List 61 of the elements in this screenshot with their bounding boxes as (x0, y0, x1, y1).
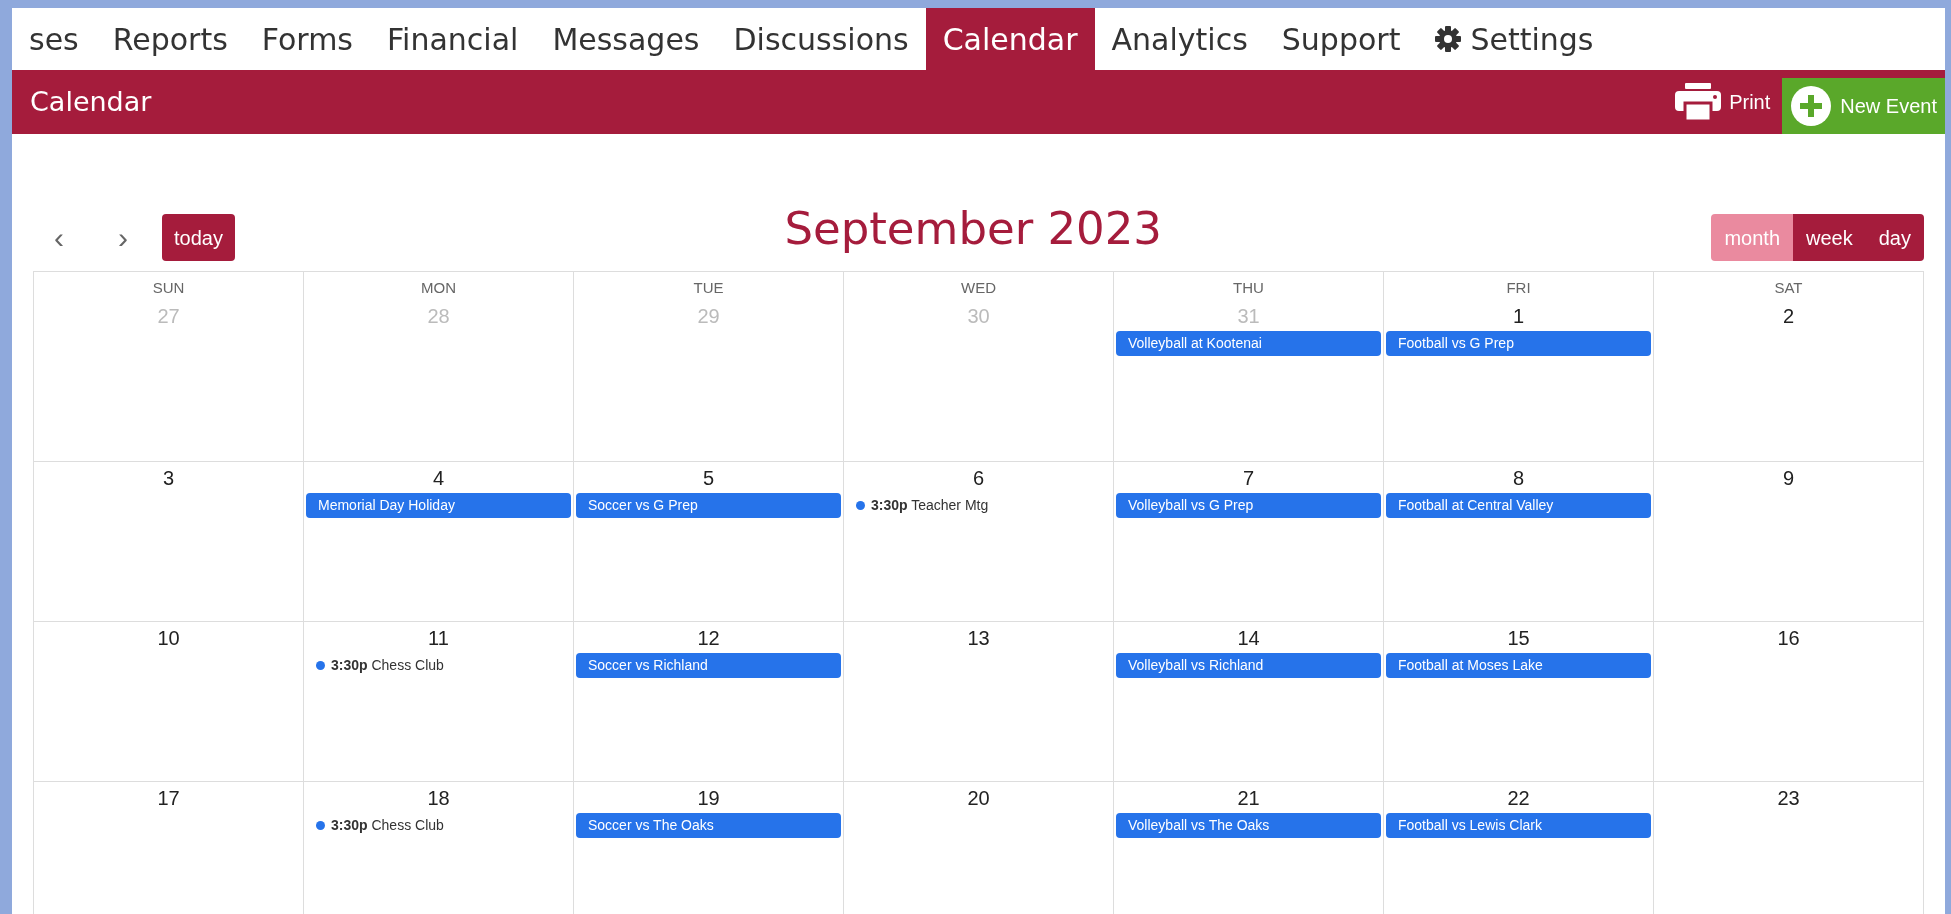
day-number: 17 (157, 786, 180, 811)
event-entry[interactable]: 3:30p Teacher Mtg (871, 495, 989, 516)
event-bar[interactable]: Volleyball vs The Oaks (1116, 813, 1381, 838)
day-number: 19 (697, 786, 720, 811)
day-number: 7 (1242, 466, 1255, 491)
day-number: 13 (967, 626, 990, 651)
day-number: 5 (702, 466, 715, 491)
day-number: 11 (428, 626, 449, 651)
month-title: September 2023 (784, 200, 1162, 257)
event-bar[interactable]: Soccer vs G Prep (576, 493, 841, 518)
nav-tab[interactable]: Calendar (925, 8, 1095, 70)
day-number: 27 (157, 303, 180, 329)
day-number: 2 (1782, 303, 1795, 329)
page-title: Calendar (30, 84, 153, 119)
day-number: 23 (1777, 786, 1800, 811)
event-bar[interactable]: Soccer vs The Oaks (576, 813, 841, 838)
event-bar[interactable]: Memorial Day Holiday (306, 493, 571, 518)
printer-icon (1675, 83, 1722, 121)
day-number: 10 (157, 626, 180, 651)
print-button[interactable]: Print (1663, 76, 1783, 128)
day-number: 15 (1507, 626, 1530, 651)
day-number: 30 (967, 303, 990, 329)
event-bar[interactable]: Football vs G Prep (1386, 330, 1651, 356)
weekday-label: SAT (1774, 278, 1803, 298)
weekday-label: MON (421, 278, 456, 298)
day-number: 20 (967, 786, 990, 811)
day-number: 1 (1512, 303, 1525, 329)
day-number: 21 (1237, 786, 1260, 811)
event-entry[interactable]: 3:30p Chess Club (331, 815, 444, 836)
event-bar[interactable]: Volleyball vs G Prep (1116, 493, 1381, 518)
day-number: 29 (697, 303, 720, 329)
today-button[interactable]: today (162, 214, 235, 261)
event-bar[interactable]: Football at Central Valley (1386, 493, 1651, 518)
event-entry[interactable]: 3:30p Chess Club (331, 655, 444, 676)
day-number: 8 (1512, 466, 1525, 491)
event-bar[interactable]: Soccer vs Richland (576, 653, 841, 678)
day-number: 4 (432, 466, 445, 491)
day-number: 3 (162, 466, 175, 491)
event-bar[interactable]: Volleyball at Kootenai (1116, 330, 1381, 356)
event-bar[interactable]: Football at Moses Lake (1386, 653, 1651, 678)
view-button[interactable]: week (1793, 214, 1866, 261)
view-button[interactable]: day (1865, 214, 1924, 261)
weekday-label: SUN (152, 278, 185, 298)
weekday-label: WED (961, 278, 996, 298)
day-number: 12 (697, 626, 720, 651)
event-bar[interactable]: Volleyball vs Richland (1116, 653, 1381, 678)
day-number: 6 (972, 466, 985, 491)
plus-circle-icon (1790, 85, 1833, 127)
day-number: 16 (1777, 626, 1800, 651)
weekday-label: TUE (693, 278, 724, 298)
next-button[interactable]: › (97, 214, 149, 261)
day-number: 9 (1782, 466, 1795, 491)
day-number: 31 (1237, 303, 1260, 329)
previous-button[interactable]: ‹ (33, 214, 85, 261)
day-number: 14 (1237, 626, 1260, 651)
day-number: 22 (1507, 786, 1530, 811)
day-number: 28 (427, 303, 450, 329)
event-bar[interactable]: Football vs Lewis Clark (1386, 813, 1651, 838)
day-number: 18 (427, 786, 450, 811)
weekday-label: THU (1233, 278, 1264, 298)
weekday-label: FRI (1506, 278, 1531, 298)
